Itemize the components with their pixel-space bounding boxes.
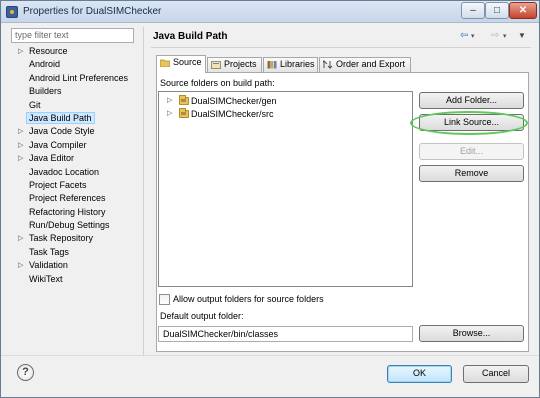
nav-item[interactable]: Refactoring History [11,206,137,219]
expand-arrow-icon[interactable]: ▷ [18,125,23,138]
nav-item[interactable]: Run/Debug Settings [11,219,137,232]
expand-arrow-icon[interactable]: ▷ [18,232,23,245]
nav-item-label: Git [29,99,41,110]
source-folders-label: Source folders on build path: [160,78,275,88]
forward-dropdown-icon[interactable]: ▾ [503,32,507,40]
nav-item[interactable]: ▷ Task Repository [11,232,137,245]
expand-arrow-icon[interactable]: ▷ [18,45,23,58]
nav-item-label: Java Build Path [26,111,95,124]
package-folder-icon [179,95,189,105]
nav-item[interactable]: ▷ Resource [11,45,137,58]
window-title: Properties for DualSIMChecker [23,6,162,17]
nav-item[interactable]: Java Build Path [11,111,137,125]
minimize-button[interactable]: – [461,2,485,19]
expand-arrow-icon[interactable]: ▷ [18,259,23,272]
edit-button[interactable]: Edit... [419,143,524,160]
nav-item-label: Task Tags [29,246,69,257]
source-folder-icon [160,59,170,67]
add-folder-button[interactable]: Add Folder... [419,92,524,109]
package-folder-icon [179,108,189,118]
browse-button[interactable]: Browse... [419,325,524,342]
remove-button[interactable]: Remove [419,165,524,182]
header-divider [151,47,531,48]
nav-item-label: Android [29,59,61,70]
libraries-icon [267,61,277,69]
tab-source-label: Source [173,57,202,67]
source-folder-tree[interactable]: ▷ DualSIMChecker/gen ▷ DualSIMChecker/sr… [158,91,413,287]
title-bar[interactable]: Properties for DualSIMChecker – □ ✕ [1,1,539,23]
pane-divider[interactable] [143,27,144,355]
nav-item[interactable]: ▷ Java Compiler [11,139,137,152]
nav-item-label: Project References [29,193,106,204]
tab-projects-label: Projects [224,59,257,69]
nav-item[interactable]: ▷ Java Editor [11,152,137,165]
order-export-icon [323,60,333,69]
nav-item-label: Validation [29,260,68,271]
tree-row-label: DualSIMChecker/src [191,109,274,119]
default-output-label: Default output folder: [160,311,244,321]
back-arrow-icon[interactable]: ⇦ [460,30,468,41]
nav-item[interactable]: Android Lint Preferences [11,72,137,85]
tab-libraries[interactable]: Libraries [263,57,318,72]
nav-item-label: Android Lint Preferences [29,72,129,83]
maximize-button[interactable]: □ [485,2,509,19]
help-icon[interactable]: ? [17,364,34,381]
nav-item-label: Resource [29,46,68,56]
nav-item-label: Refactoring History [29,206,106,217]
close-button[interactable]: ✕ [509,2,537,19]
nav-item-label: WikiText [29,273,63,284]
tree-row-label: DualSIMChecker/gen [191,96,277,106]
nav-item[interactable]: Project References [11,192,137,205]
expand-arrow-icon[interactable]: ▷ [167,108,172,120]
tab-order-export-label: Order and Export [336,59,406,69]
tab-order-export[interactable]: Order and Export [319,57,411,72]
tab-source[interactable]: Source [156,55,206,73]
footer-divider [1,355,539,356]
nav-item[interactable]: WikiText [11,273,137,286]
link-source-button[interactable]: Link Source... [419,114,524,131]
nav-item[interactable]: Project Facets [11,179,137,192]
nav-item[interactable]: Javadoc Location [11,166,137,179]
cancel-button[interactable]: Cancel [463,365,529,383]
view-menu-icon[interactable]: ▼ [518,31,526,40]
nav-item[interactable]: Task Tags [11,246,137,259]
back-dropdown-icon[interactable]: ▾ [471,32,475,40]
expand-arrow-icon[interactable]: ▷ [18,152,23,165]
nav-item[interactable]: Android [11,58,137,71]
page-title: Java Build Path [153,31,228,42]
nav-item[interactable]: ▷ Validation [11,259,137,272]
allow-output-label: Allow output folders for source folders [173,294,324,304]
nav-item-label: Java Editor [29,153,75,164]
allow-output-checkbox[interactable] [159,294,170,305]
nav-item[interactable]: Git [11,99,137,112]
nav-item-label: Builders [29,86,62,97]
nav-item-label: Project Facets [29,179,87,190]
nav-item-label: Run/Debug Settings [29,220,110,231]
nav-item[interactable]: Builders [11,85,137,98]
nav-item-label: Java Code Style [29,126,95,137]
tab-projects[interactable]: Projects [207,57,262,72]
preference-tree: ▷ Resource Android Android Lint Preferences… [11,45,137,286]
projects-icon [211,61,221,69]
properties-dialog: Properties for DualSIMChecker – □ ✕ type… [0,0,540,398]
expand-arrow-icon[interactable]: ▷ [167,95,172,107]
nav-item-label: Task Repository [29,233,94,244]
forward-arrow-icon[interactable]: ⇨ [491,30,499,41]
eclipse-icon [6,6,18,18]
tree-row-gen[interactable]: ▷ DualSIMChecker/gen [167,95,277,107]
ok-button[interactable]: OK [387,365,452,383]
nav-item-label: Javadoc Location [29,166,100,177]
expand-arrow-icon[interactable]: ▷ [18,139,23,152]
filter-input[interactable]: type filter text [11,28,134,43]
default-output-field[interactable]: DualSIMChecker/bin/classes [158,326,413,342]
tree-row-src[interactable]: ▷ DualSIMChecker/src [167,108,274,120]
nav-item-label: Java Compiler [29,139,87,150]
tab-libraries-label: Libraries [280,59,315,69]
nav-item[interactable]: ▷ Java Code Style [11,125,137,138]
